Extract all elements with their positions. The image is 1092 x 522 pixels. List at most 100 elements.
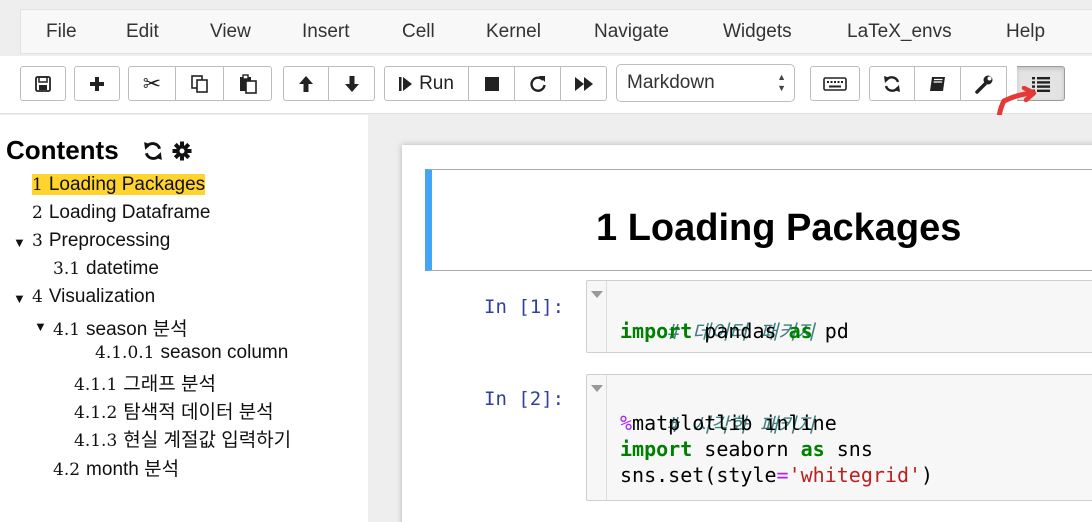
toc-item-label: datetime bbox=[86, 258, 159, 279]
menu-view[interactable]: View bbox=[210, 21, 251, 43]
save-icon bbox=[35, 75, 51, 92]
toc-item-label: Loading Packages bbox=[48, 174, 206, 195]
stop-icon bbox=[484, 76, 499, 91]
code-text: sns bbox=[824, 437, 873, 461]
code-line: sns.set(style='whitegrid') bbox=[620, 463, 933, 487]
move-up-button[interactable] bbox=[283, 66, 329, 101]
menu-insert[interactable]: Insert bbox=[302, 21, 350, 43]
code-line: %matplotlib inline bbox=[620, 411, 837, 435]
menu-latex-envs[interactable]: LaTeX_envs bbox=[847, 21, 952, 43]
code-text: ) bbox=[921, 463, 934, 487]
code-line: import seaborn as sns bbox=[620, 437, 873, 461]
cut-icon: ✂ bbox=[142, 70, 162, 96]
toc-item-graph-analysis[interactable]: 4.1.1 그래프 분석 bbox=[74, 369, 216, 396]
markdown-heading: 1 Loading Packages bbox=[596, 207, 962, 249]
arrow-down-icon bbox=[344, 75, 359, 92]
refresh-icon bbox=[884, 75, 900, 92]
keyboard-icon bbox=[823, 76, 847, 91]
toc-item-season-input[interactable]: 4.1.3 현실 계절값 입력하기 bbox=[74, 425, 291, 452]
menu-kernel[interactable]: Kernel bbox=[486, 21, 541, 43]
select-arrows-icon: ▲ ▼ bbox=[777, 72, 786, 93]
paste-icon bbox=[239, 73, 257, 94]
menu-file[interactable]: File bbox=[46, 21, 77, 43]
toc-item-number: 4.2 bbox=[53, 460, 81, 480]
toc-item-label: 현실 계절값 입력하기 bbox=[123, 430, 292, 451]
fast-forward-icon bbox=[574, 76, 593, 91]
menubar: File Edit View Insert Cell Kernel Naviga… bbox=[20, 9, 1092, 54]
refresh-button[interactable] bbox=[869, 66, 915, 101]
toc-item-preprocessing[interactable]: 3 Preprocessing bbox=[32, 230, 170, 252]
toc-item-season-column[interactable]: 4.1.0.1 season column bbox=[95, 342, 288, 364]
interrupt-button[interactable] bbox=[469, 66, 515, 101]
toc-item-number: 4.1 bbox=[53, 320, 81, 340]
toc-item-label: season 분석 bbox=[86, 319, 188, 340]
menu-edit[interactable]: Edit bbox=[126, 21, 159, 43]
caret-down-icon[interactable]: ▼ bbox=[13, 235, 26, 250]
code-text: pandas bbox=[692, 319, 789, 343]
code-line: import pandas as pd bbox=[620, 319, 849, 343]
insert-cell-button[interactable] bbox=[74, 66, 120, 101]
collapse-caret-icon[interactable] bbox=[587, 375, 607, 500]
toc-item-number: 4.1.3 bbox=[74, 431, 118, 451]
run-all-button[interactable] bbox=[561, 66, 607, 101]
code-keyword: as bbox=[800, 437, 825, 461]
menu-widgets[interactable]: Widgets bbox=[723, 21, 792, 43]
book-icon bbox=[929, 76, 945, 91]
code-keyword: import bbox=[620, 437, 693, 461]
command-palette-button[interactable] bbox=[810, 66, 860, 101]
cell-type-value: Markdown bbox=[627, 72, 715, 93]
toc-item-number: 4 bbox=[32, 287, 43, 307]
toc-item-datetime[interactable]: 3.1 datetime bbox=[53, 258, 159, 280]
toc-item-number: 3 bbox=[32, 231, 43, 251]
code-keyword: as bbox=[788, 319, 813, 343]
code-text: sns.set(style bbox=[620, 463, 777, 487]
caret-down-icon[interactable]: ▼ bbox=[13, 291, 26, 306]
refresh-icon[interactable] bbox=[143, 141, 163, 161]
toc-item-label: Loading Dataframe bbox=[48, 202, 211, 223]
code-string: 'whitegrid' bbox=[788, 463, 922, 487]
code-text: matplotlib inline bbox=[632, 411, 837, 435]
menu-cell[interactable]: Cell bbox=[402, 21, 435, 43]
paste-button[interactable] bbox=[224, 66, 272, 101]
code-text: pd bbox=[812, 319, 849, 343]
toc-item-label: 탐색적 데이터 분석 bbox=[123, 402, 274, 423]
copy-icon bbox=[190, 74, 208, 93]
caret-down-icon[interactable]: ▼ bbox=[34, 319, 47, 334]
toc-item-number: 3.1 bbox=[53, 259, 81, 279]
restart-icon bbox=[529, 75, 546, 92]
code-magic: % bbox=[620, 411, 633, 435]
toc-title: Contents bbox=[6, 135, 119, 165]
toc-item-label: 그래프 분석 bbox=[123, 374, 216, 395]
toc-item-eda[interactable]: 4.1.2 탐색적 데이터 분석 bbox=[74, 397, 274, 424]
toc-item-number: 4.1.2 bbox=[74, 403, 118, 423]
cut-button[interactable]: ✂ bbox=[128, 66, 176, 101]
cell-prompt: In [1]: bbox=[484, 296, 565, 318]
toc-item-visualization[interactable]: 4 Visualization bbox=[32, 286, 155, 308]
code-operator: = bbox=[776, 463, 789, 487]
toc-item-label: Visualization bbox=[48, 286, 156, 307]
menu-navigate[interactable]: Navigate bbox=[594, 21, 669, 43]
arrow-up-icon bbox=[299, 75, 313, 92]
toc-item-loading-dataframe[interactable]: 2 Loading Dataframe bbox=[32, 202, 210, 224]
run-button[interactable]: Run bbox=[384, 66, 469, 101]
toc-item-number: 4.1.1 bbox=[74, 375, 118, 395]
toc-item-month-analysis[interactable]: 4.2 month 분석 bbox=[53, 454, 179, 481]
move-down-button[interactable] bbox=[329, 66, 375, 101]
restart-button[interactable] bbox=[515, 66, 561, 101]
toc-item-number: 4.1.0.1 bbox=[95, 343, 155, 363]
menu-help[interactable]: Help bbox=[1006, 21, 1045, 43]
save-button[interactable] bbox=[20, 66, 66, 101]
toc-item-label: month 분석 bbox=[86, 459, 180, 480]
cell-type-select[interactable]: Markdown ▲ ▼ bbox=[616, 64, 795, 102]
cell-prompt: In [2]: bbox=[484, 388, 565, 410]
copy-button[interactable] bbox=[176, 66, 224, 101]
code-keyword: import bbox=[620, 319, 693, 343]
toc-item-loading-packages[interactable]: 1 Loading Packages bbox=[32, 174, 206, 196]
toc-item-label: Preprocessing bbox=[48, 230, 171, 251]
toc-item-season-analysis[interactable]: 4.1 season 분석 bbox=[53, 314, 188, 341]
run-label: Run bbox=[419, 72, 454, 94]
collapse-caret-icon[interactable] bbox=[587, 281, 607, 352]
toc-item-number: 1 bbox=[32, 175, 43, 195]
nbextensions-button[interactable] bbox=[915, 66, 961, 101]
gear-icon[interactable] bbox=[172, 141, 192, 161]
